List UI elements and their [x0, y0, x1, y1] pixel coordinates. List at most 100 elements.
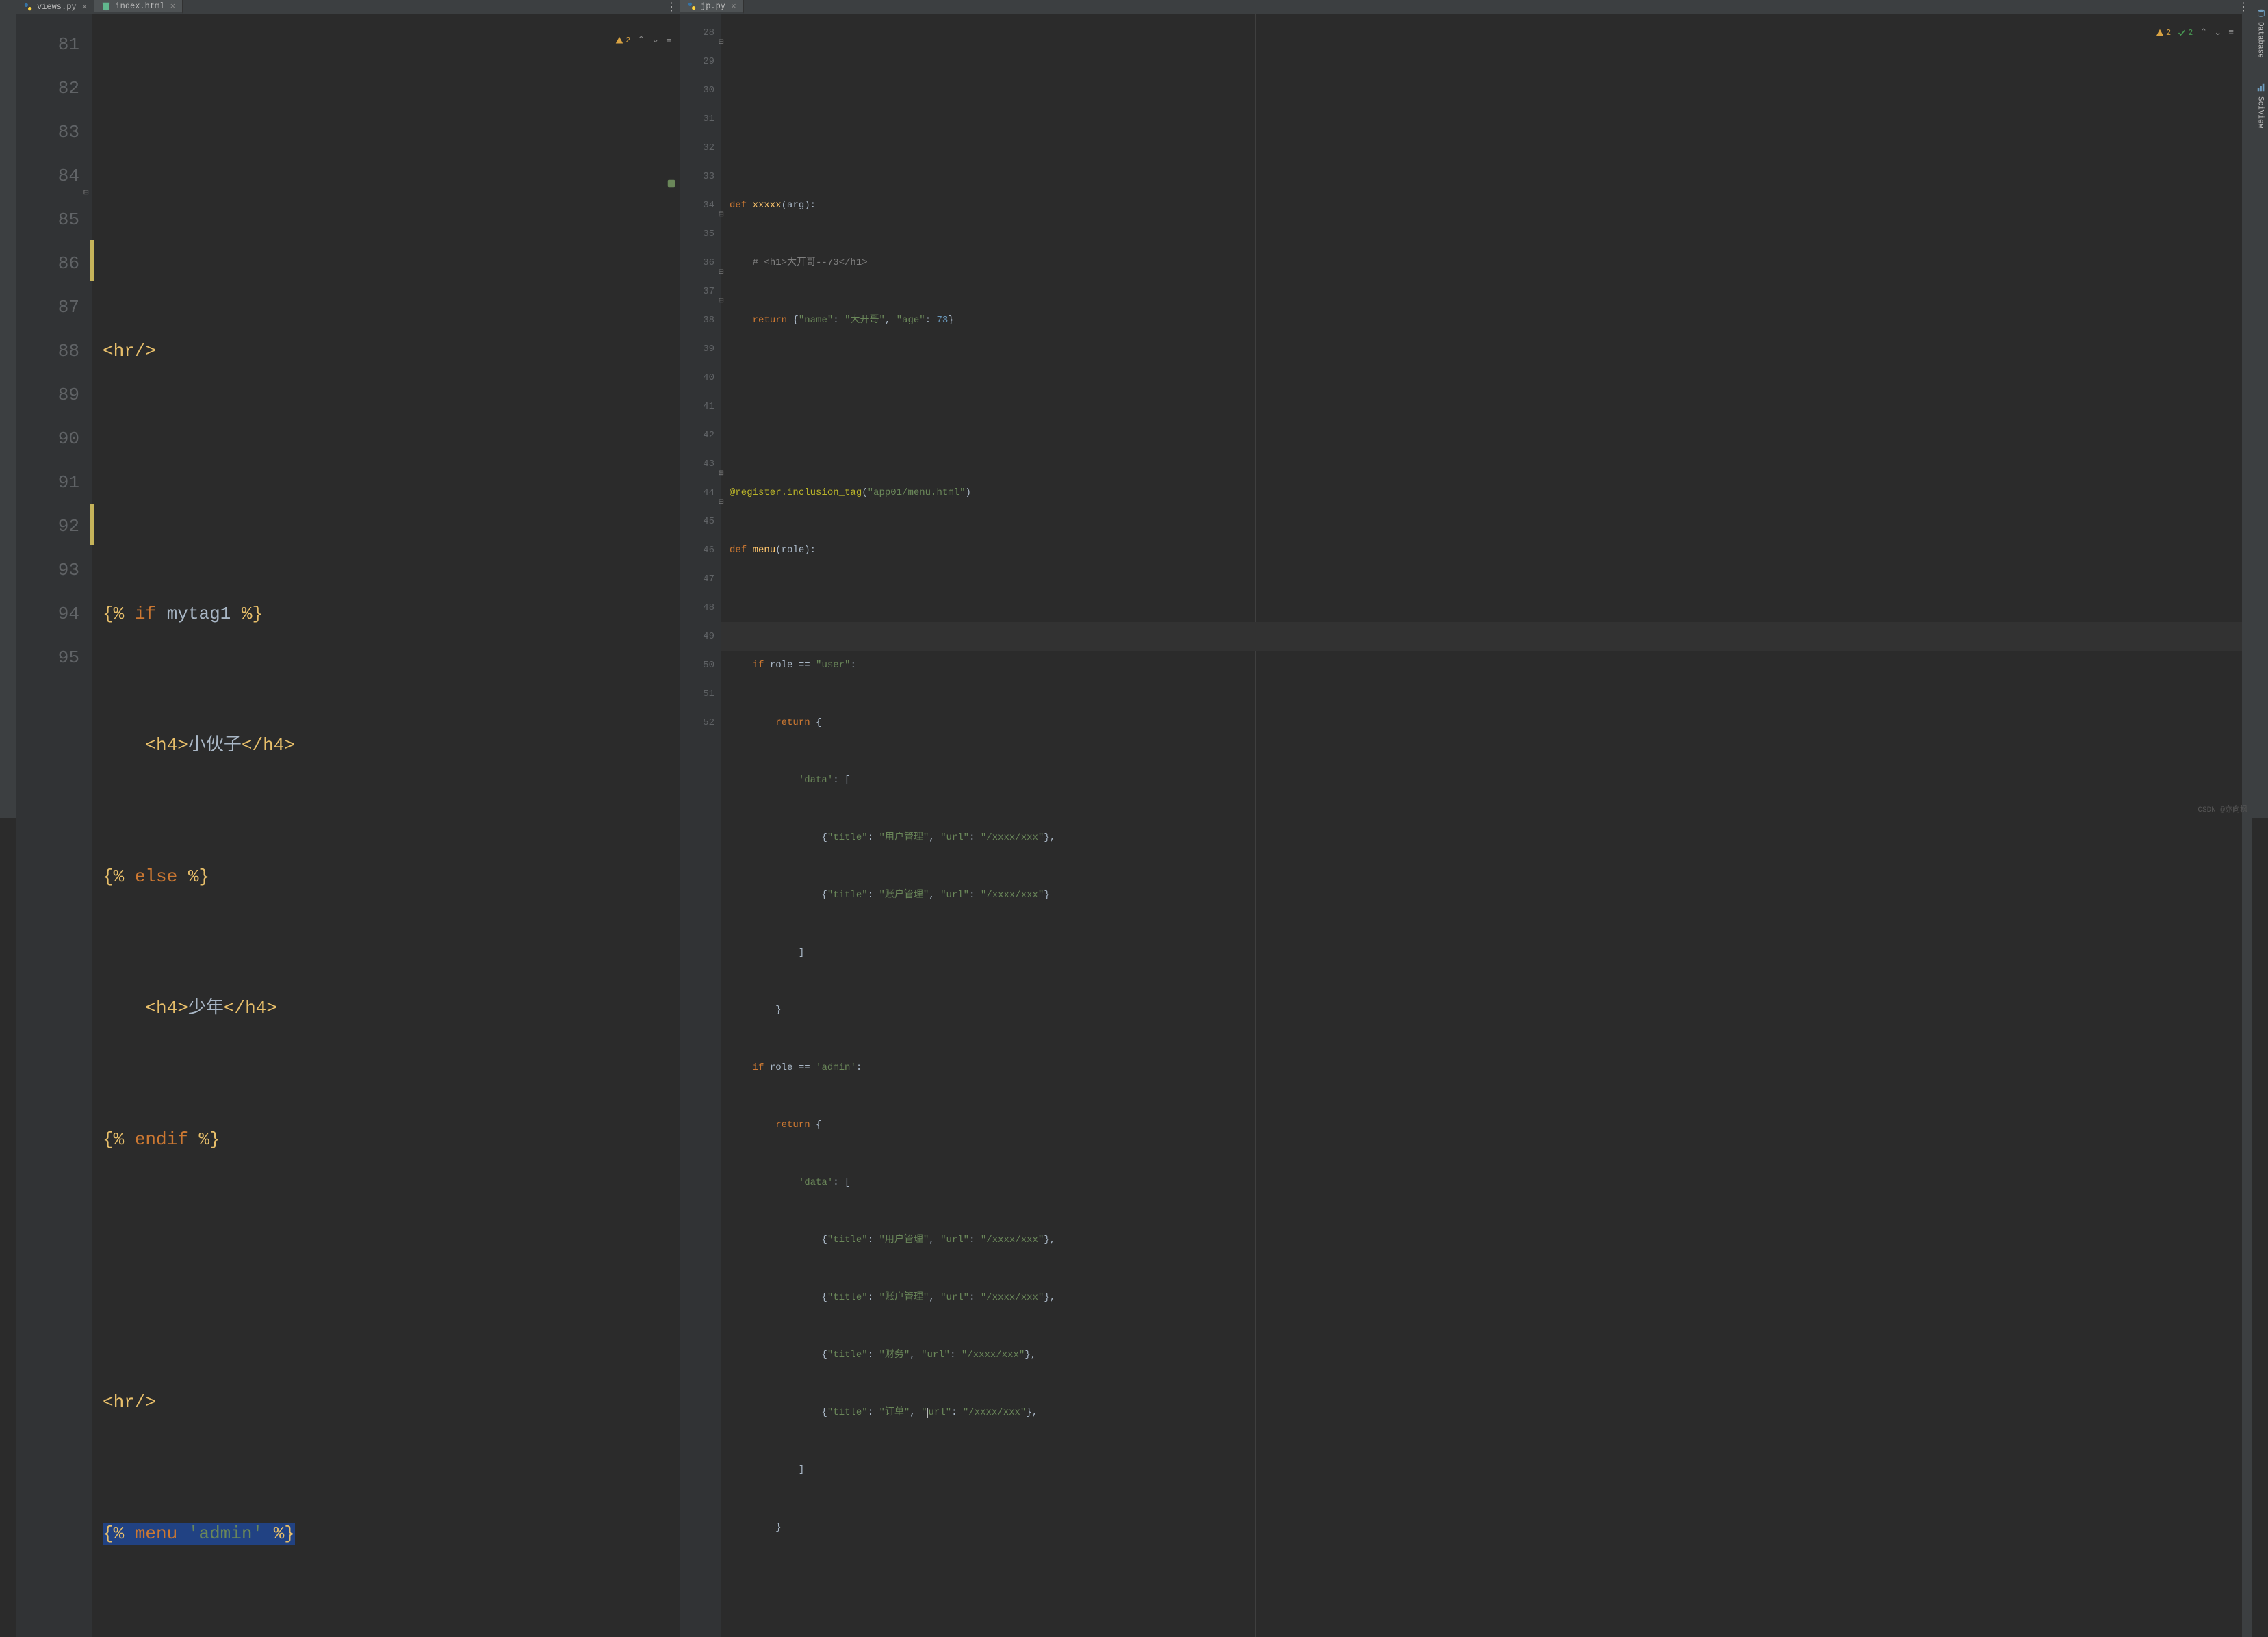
line-number: 33: [680, 162, 714, 191]
next-highlight-icon[interactable]: ⌄: [2214, 18, 2221, 47]
typo-indicator[interactable]: 2: [2178, 18, 2193, 47]
line-number: 86: [16, 242, 79, 285]
tab-jp-py[interactable]: jp.py ×: [680, 0, 744, 14]
code-line: {% else %}: [103, 855, 680, 899]
line-number: 81: [16, 23, 79, 66]
line-number: 89: [16, 373, 79, 417]
warning-count: 2: [626, 18, 630, 62]
right-code-area[interactable]: 2 2 ⌃ ⌄ ≡ def xxxxx(arg): # <h1>大开哥--73<…: [721, 14, 2242, 1637]
python-file-icon: [23, 2, 33, 12]
inspection-widget[interactable]: 2 ⌃ ⌄ ≡: [615, 18, 671, 62]
code-line: return {: [730, 1111, 2242, 1139]
prev-highlight-icon[interactable]: ⌃: [637, 18, 645, 62]
editor-split: views.py × index.html × ⋮ 81 82 83 8: [16, 0, 2252, 818]
line-number: 91: [16, 461, 79, 504]
line-number: 44⊟: [680, 478, 714, 507]
watermark-text: CSDN @亦向枫: [2198, 803, 2247, 814]
right-gutter: 28⊟ 29 30 31 32 33 34⊟ 35 36⊟ 37⊟ 38 3: [680, 14, 721, 1637]
close-icon[interactable]: ×: [81, 2, 89, 12]
line-number: 49: [680, 622, 714, 651]
code-line: <hr/>: [103, 1380, 680, 1424]
line-number: 36⊟: [680, 248, 714, 277]
scrollbar[interactable]: [2242, 14, 2252, 1637]
left-pane: views.py × index.html × ⋮ 81 82 83 8: [16, 0, 680, 818]
tab-index-html[interactable]: index.html ×: [94, 0, 183, 14]
warning-indicator[interactable]: 2: [615, 18, 630, 62]
code-line: [730, 1571, 2242, 1599]
prev-highlight-icon[interactable]: ⌃: [2200, 18, 2207, 47]
code-line: [730, 593, 2242, 622]
code-line: {% endif %}: [103, 1118, 680, 1161]
right-tab-bar: jp.py × ⋮: [680, 0, 2252, 14]
left-tool-strip: [0, 0, 16, 818]
line-number: 35: [680, 220, 714, 248]
left-code-area[interactable]: 2 ⌃ ⌄ ≡ <hr/> {% if mytag1 %} <h4>小伙子</h…: [92, 14, 680, 1637]
sciview-tool-button[interactable]: SciView: [2254, 77, 2267, 133]
right-tool-strip: Database SciView: [2252, 0, 2268, 818]
inspection-menu-icon[interactable]: ≡: [2228, 18, 2234, 47]
code-line: if role == "user":: [730, 651, 2242, 680]
right-editor[interactable]: 28⊟ 29 30 31 32 33 34⊟ 35 36⊟ 37⊟ 38 3: [680, 14, 2252, 1637]
template-gutter-icon[interactable]: [667, 172, 676, 181]
close-icon[interactable]: ×: [730, 1, 738, 12]
code-line: <h4>小伙子</h4>: [103, 723, 680, 767]
tab-label: views.py: [37, 2, 77, 12]
line-number: 42: [680, 421, 714, 450]
line-number: 50: [680, 651, 714, 680]
code-line: ]: [730, 938, 2242, 967]
line-number: 95: [16, 636, 79, 680]
left-editor[interactable]: 81 82 83 84⊟ 85 86 87 88 89 90 91 92 93 …: [16, 14, 680, 1637]
warning-count: 2: [2166, 18, 2171, 47]
code-line: def xxxxx(arg):: [730, 191, 2242, 220]
code-line: return {: [730, 708, 2242, 737]
database-tool-button[interactable]: Database: [2254, 3, 2267, 64]
code-line: <hr/>: [103, 329, 680, 373]
fold-toggle-icon[interactable]: ⊟: [81, 172, 89, 180]
sciview-icon: [2255, 83, 2266, 94]
change-marker[interactable]: [90, 240, 94, 281]
tab-menu-button[interactable]: ⋮: [663, 0, 680, 14]
code-line: {"title": "用户管理", "url": "/xxxx/xxx"},: [730, 823, 2242, 852]
typo-count: 2: [2188, 18, 2193, 47]
code-line: [103, 1249, 680, 1293]
code-line: {"title": "账户管理", "url": "/xxxx/xxx"},: [730, 1283, 2242, 1312]
line-number: 52: [680, 708, 714, 737]
line-number: 29: [680, 47, 714, 76]
line-number: 39: [680, 335, 714, 363]
inspection-widget[interactable]: 2 2 ⌃ ⌄ ≡: [2156, 18, 2234, 47]
line-number: 85: [16, 198, 79, 242]
html-file-icon: [101, 1, 111, 11]
line-number: 82: [16, 66, 79, 110]
code-line: if role == 'admin':: [730, 1053, 2242, 1082]
line-number: 83: [16, 110, 79, 154]
tab-menu-button[interactable]: ⋮: [2235, 0, 2252, 14]
change-marker[interactable]: [90, 504, 94, 545]
code-line: {"title": "订单", "url": "/xxxx/xxx"},: [730, 1398, 2242, 1427]
line-number: 94: [16, 592, 79, 636]
tab-label: index.html: [115, 1, 164, 11]
line-number: 38: [680, 306, 714, 335]
code-line: return {"name": "大开哥", "age": 73}: [730, 306, 2242, 335]
close-icon[interactable]: ×: [168, 1, 177, 12]
line-number: 32: [680, 133, 714, 162]
warning-indicator[interactable]: 2: [2156, 18, 2171, 47]
code-line: {% if mytag1 %}: [103, 592, 680, 636]
tab-views-py[interactable]: views.py ×: [16, 0, 94, 14]
line-number: 48: [680, 593, 714, 622]
code-line: {"title": "账户管理", "url": "/xxxx/xxx"}: [730, 881, 2242, 910]
line-number: 90: [16, 417, 79, 461]
tool-label: Database: [2256, 22, 2265, 58]
line-number: 87: [16, 285, 79, 329]
left-tab-bar: views.py × index.html × ⋮: [16, 0, 680, 14]
code-line: {"title": "财务", "url": "/xxxx/xxx"},: [730, 1341, 2242, 1369]
inspection-menu-icon[interactable]: ≡: [666, 18, 671, 62]
code-line: ]: [730, 1456, 2242, 1484]
line-number: 43⊟: [680, 450, 714, 478]
code-line: # <h1>大开哥--73</h1>: [730, 248, 2242, 277]
line-number: 93: [16, 548, 79, 592]
code-line: {"title": "用户管理", "url": "/xxxx/xxx"},: [730, 1226, 2242, 1254]
next-highlight-icon[interactable]: ⌄: [652, 18, 659, 62]
code-line: <h4>少年</h4>: [103, 986, 680, 1030]
line-number: 47: [680, 565, 714, 593]
tool-label: SciView: [2256, 96, 2265, 128]
